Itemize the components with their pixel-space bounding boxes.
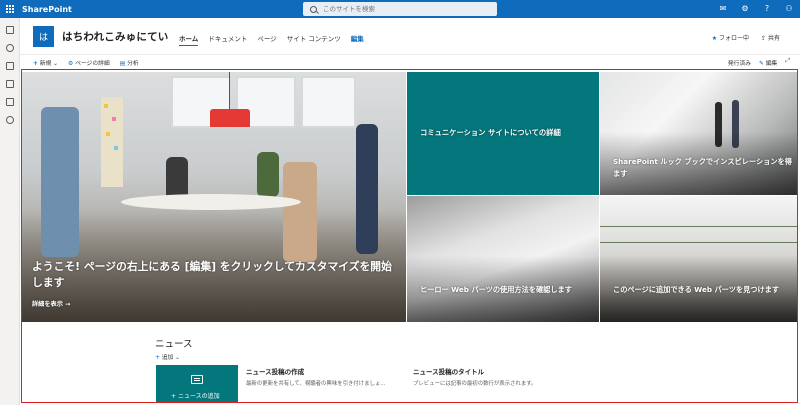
lamp-wire bbox=[229, 72, 230, 109]
hero-main-link[interactable]: 詳細を表示 → bbox=[32, 299, 70, 308]
news-post-title[interactable]: ニュース投稿のタイトル bbox=[413, 366, 484, 376]
search-input[interactable] bbox=[323, 5, 473, 13]
follow-button[interactable]: ★ フォロー中 bbox=[712, 33, 749, 42]
share-button[interactable]: ⇪ 共有 bbox=[761, 33, 780, 42]
news-add-label: 追加 bbox=[161, 355, 174, 361]
office-window bbox=[301, 76, 356, 128]
person-figure bbox=[41, 107, 79, 257]
feedback-icon[interactable]: ✉ bbox=[718, 3, 728, 14]
waffle-icon[interactable] bbox=[6, 5, 14, 13]
hero-tile-teal-text: コミュニケーション サイトについての詳細 bbox=[420, 128, 561, 137]
site-header: は はちわれこみゅにてい ホーム ドキュメント ページ サイト コンテンツ 編集… bbox=[20, 18, 800, 54]
nav-pages[interactable]: ページ bbox=[257, 33, 276, 46]
document-icon[interactable] bbox=[5, 80, 14, 88]
edit-button[interactable]: ✎ 編集 bbox=[759, 58, 777, 67]
hero-tile-bottom-middle-text: ヒーロー Web パーツの使用方法を確認します bbox=[420, 285, 572, 294]
new-label: 新規 bbox=[39, 61, 52, 67]
person-figure bbox=[257, 152, 279, 197]
help-icon[interactable]: ? bbox=[762, 3, 772, 14]
site-logo[interactable]: は bbox=[33, 26, 54, 47]
railing-line bbox=[600, 242, 797, 243]
hero-tile-top-right-text: SharePoint ルック ブックでインスピレーションを得ます bbox=[613, 157, 792, 178]
person-figure bbox=[283, 162, 317, 262]
hero-tile-bottom-right[interactable]: このページに追加できる Web パーツを見つけます bbox=[600, 196, 797, 322]
sticky-note bbox=[106, 132, 110, 136]
add-icon[interactable] bbox=[5, 116, 14, 124]
add-news-text: ニュースの追加 bbox=[177, 393, 220, 400]
site-nav: ホーム ドキュメント ページ サイト コンテンツ 編集 bbox=[179, 33, 364, 46]
news-post-desc: プレビューには記事の最初の数行が表示されます。 bbox=[413, 381, 537, 387]
pencil-icon: ✎ bbox=[759, 61, 764, 67]
star-icon: ★ bbox=[711, 35, 718, 42]
sticky-note bbox=[104, 104, 108, 108]
search-box[interactable] bbox=[303, 2, 497, 16]
lists-icon[interactable] bbox=[5, 98, 14, 106]
settings-icon[interactable]: ⚙ bbox=[740, 3, 750, 14]
hero-tile-top-right[interactable]: SharePoint ルック ブックでインスピレーションを得ます bbox=[600, 72, 797, 195]
analytics-button[interactable]: ▤ 分析 bbox=[120, 58, 139, 67]
suite-bar: SharePoint ✉ ⚙ ? ⚇ bbox=[0, 0, 800, 18]
news-add-button[interactable]: + 追加 ⌄ bbox=[155, 352, 180, 361]
account-icon[interactable]: ⚇ bbox=[784, 3, 794, 14]
share-icon: ⇪ bbox=[761, 35, 767, 42]
page-details-label: ページの詳細 bbox=[75, 61, 110, 67]
sticky-board bbox=[101, 97, 123, 187]
globe-icon[interactable] bbox=[5, 44, 14, 52]
published-status: 発行済み bbox=[727, 61, 752, 67]
nav-home[interactable]: ホーム bbox=[179, 33, 199, 46]
edit-label: 編集 bbox=[765, 61, 778, 67]
command-bar: + 新規 ⌄ ⚙ ページの詳細 ▤ 分析 発行済み ✎ 編集 ⤢ bbox=[20, 54, 800, 69]
share-label: 共有 bbox=[767, 35, 780, 42]
left-rail bbox=[0, 18, 20, 405]
person-figure bbox=[356, 124, 378, 254]
add-news-label: + ニュースの追加 bbox=[171, 393, 220, 400]
news-title: ニュース bbox=[155, 339, 193, 350]
news-icon[interactable] bbox=[5, 62, 14, 70]
follow-label: フォロー中 bbox=[719, 35, 750, 42]
chart-icon: ▤ bbox=[119, 61, 126, 67]
meeting-table bbox=[121, 194, 301, 210]
plus-icon: + bbox=[33, 61, 38, 67]
app-name[interactable]: SharePoint bbox=[22, 5, 72, 14]
home-icon[interactable] bbox=[5, 26, 14, 34]
hero-webpart: ようこそ! ページの右上にある [編集] をクリックしてカスタマイズを開始します… bbox=[21, 72, 797, 322]
analytics-label: 分析 bbox=[127, 61, 139, 67]
news-post-desc: 最新の更新を共有して、視聴者の興味を引き付けましょ... bbox=[246, 381, 386, 387]
hero-main-heading[interactable]: ようこそ! ページの右上にある [編集] をクリックしてカスタマイズを開始します bbox=[32, 259, 402, 291]
hero-tile-main[interactable]: ようこそ! ページの右上にある [編集] をクリックしてカスタマイズを開始します… bbox=[21, 72, 406, 322]
plus-icon: + bbox=[155, 355, 160, 361]
new-button[interactable]: + 新規 ⌄ bbox=[33, 58, 58, 67]
add-news-tile[interactable]: + ニュースの追加 bbox=[156, 365, 238, 403]
hero-tile-teal[interactable]: コミュニケーション サイトについての詳細 bbox=[407, 72, 599, 195]
nav-documents[interactable]: ドキュメント bbox=[208, 33, 247, 46]
gear-icon: ⚙ bbox=[68, 61, 74, 67]
search-icon bbox=[310, 5, 317, 13]
site-title[interactable]: はちわれこみゅにてい bbox=[62, 29, 168, 44]
nav-edit[interactable]: 編集 bbox=[351, 33, 364, 46]
news-post-title[interactable]: ニュース投稿の作成 bbox=[246, 366, 304, 376]
page-details-button[interactable]: ⚙ ページの詳細 bbox=[68, 58, 110, 67]
hero-tile-bottom-middle[interactable]: ヒーロー Web パーツの使用方法を確認します bbox=[407, 196, 599, 322]
railing-line bbox=[600, 226, 797, 227]
expand-icon[interactable]: ⤢ bbox=[785, 58, 790, 67]
sticky-note bbox=[112, 117, 116, 121]
news-icon bbox=[191, 375, 203, 384]
sticky-note bbox=[114, 146, 118, 150]
hero-tile-bottom-right-text: このページに追加できる Web パーツを見つけます bbox=[613, 285, 780, 294]
nav-site-contents[interactable]: サイト コンテンツ bbox=[287, 33, 341, 46]
red-lamp bbox=[210, 109, 250, 127]
